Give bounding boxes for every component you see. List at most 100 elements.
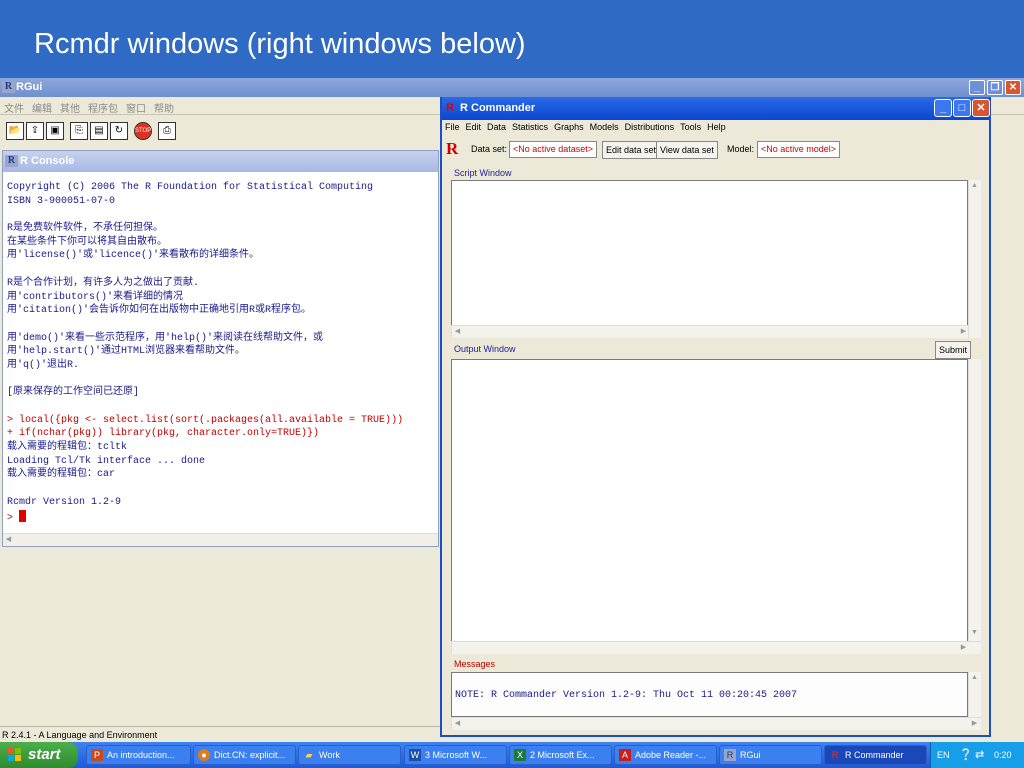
excel-icon: X xyxy=(514,749,526,761)
script-horizontal-scrollbar[interactable]: ◀ ▶ xyxy=(451,325,968,338)
rcmdr-menubar: File Edit Data Statistics Graphs Models Distri… xyxy=(442,120,989,136)
scroll-right-icon[interactable]: ▶ xyxy=(958,642,969,653)
scroll-left-icon[interactable]: ◀ xyxy=(452,718,463,729)
view-data-set-button[interactable]: View data set xyxy=(656,141,718,159)
messages-horizontal-scrollbar[interactable]: ◀ ▶ xyxy=(451,717,981,730)
r-commander-titlebar[interactable]: R R Commander xyxy=(442,97,989,120)
scroll-left-icon[interactable]: ◀ xyxy=(452,326,463,337)
scroll-right-icon[interactable]: ▶ xyxy=(958,326,969,337)
r-logo-icon: R xyxy=(5,155,18,167)
menu-misc[interactable]: 其他 xyxy=(56,97,84,115)
active-model-button[interactable]: <No active model> xyxy=(757,141,841,158)
console-line: [原来保存的工作空间已还原] xyxy=(7,387,140,399)
rcmdr-menu-statistics[interactable]: Statistics xyxy=(509,120,551,132)
task-word[interactable]: W 3 Microsoft W... xyxy=(404,745,507,765)
r-icon: R xyxy=(831,750,839,760)
scroll-left-icon[interactable]: ◀ xyxy=(3,534,14,545)
console-line: 载入需要的程辑包：car xyxy=(7,469,116,481)
open-icon[interactable]: 📂 xyxy=(6,122,24,140)
language-indicator[interactable]: EN xyxy=(937,742,950,768)
rcmdr-menu-file[interactable]: File xyxy=(442,120,463,132)
task-label: An introduction... xyxy=(107,750,175,760)
clock: 0:20 xyxy=(994,750,1012,760)
console-line: 用'license()'或'licence()'来看散布的详细条件。 xyxy=(7,250,260,262)
scroll-right-icon[interactable]: ▶ xyxy=(969,718,980,729)
menu-window[interactable]: 窗口 xyxy=(122,97,150,115)
rgui-titlebar[interactable]: R RGui xyxy=(0,78,1024,97)
r-logo-icon: R xyxy=(446,139,459,158)
console-line: Rcmdr Version 1.2-9 xyxy=(7,496,122,508)
task-adobe-reader[interactable]: A Adobe Reader -... xyxy=(614,745,717,765)
rcmdr-minimize-button[interactable]: _ xyxy=(934,99,952,117)
help-icon[interactable]: ❔ xyxy=(959,742,973,768)
rcmdr-menu-data[interactable]: Data xyxy=(484,120,509,132)
console-line: > local({pkg <- select.list(sort(.packag… xyxy=(7,414,404,426)
task-ppt[interactable]: P An introduction... xyxy=(86,745,191,765)
save-icon[interactable]: ▣ xyxy=(46,122,64,140)
slide-title: Rcmdr windows (right windows below) xyxy=(34,28,526,60)
scroll-up-icon[interactable]: ▲ xyxy=(969,180,980,191)
task-label: Adobe Reader -... xyxy=(635,750,707,760)
scroll-up-icon[interactable]: ▲ xyxy=(969,672,980,683)
refresh-icon[interactable]: ↻ xyxy=(110,122,128,140)
rcmdr-menu-distributions[interactable]: Distributions xyxy=(622,120,678,132)
r-console-window[interactable]: R R Console Copyright (C) 2006 The R Fou… xyxy=(2,150,439,547)
stop-icon[interactable]: STOP xyxy=(134,122,152,140)
messages-label: Messages xyxy=(454,659,496,669)
script-window[interactable] xyxy=(451,180,968,338)
console-output[interactable]: Copyright (C) 2006 The R Foundation for … xyxy=(7,181,437,524)
menu-file[interactable]: 文件 xyxy=(0,97,28,115)
rcmdr-menu-tools[interactable]: Tools xyxy=(677,120,704,132)
rcmdr-menu-graphs[interactable]: Graphs xyxy=(551,120,587,132)
rcmdr-close-button[interactable]: ✕ xyxy=(972,99,990,117)
output-vertical-scrollbar[interactable]: ▼ xyxy=(968,359,981,641)
r-console-title: R Console xyxy=(20,155,75,167)
task-work-folder[interactable]: ▰ Work xyxy=(298,745,401,765)
messages-vertical-scrollbar[interactable]: ▲ xyxy=(968,672,981,717)
acrobat-icon: A xyxy=(619,749,631,761)
edit-data-set-button[interactable]: Edit data set xyxy=(602,141,661,159)
network-icon[interactable]: ⇄ xyxy=(975,742,984,768)
rcmdr-menu-models[interactable]: Models xyxy=(587,120,622,132)
load-workspace-icon[interactable]: ⇪ xyxy=(26,122,44,140)
task-rgui[interactable]: R RGui xyxy=(719,745,822,765)
menu-edit[interactable]: 编辑 xyxy=(28,97,56,115)
word-icon: W xyxy=(409,749,421,761)
task-r-commander[interactable]: R R Commander xyxy=(824,745,927,765)
task-excel[interactable]: X 2 Microsoft Ex... xyxy=(509,745,612,765)
rcmdr-menu-edit[interactable]: Edit xyxy=(463,120,485,132)
rcmdr-toolbar: R Data set: <No active dataset> Edit dat… xyxy=(442,138,989,162)
script-window-label: Script Window xyxy=(454,168,512,178)
rgui-toolbar: 📂 ⇪ ▣ ⎘ ▤ ↻ STOP ⎙ xyxy=(0,116,440,146)
taskbar: start P An introduction... ● Dict.CN: ex… xyxy=(0,742,1024,768)
scroll-down-icon[interactable]: ▼ xyxy=(969,627,980,638)
rgui-title: RGui xyxy=(16,81,43,93)
console-prompt-line[interactable]: > xyxy=(7,509,437,524)
copy-icon[interactable]: ⎘ xyxy=(70,122,88,140)
rcmdr-menu-help[interactable]: Help xyxy=(704,120,729,132)
submit-button[interactable]: Submit xyxy=(935,341,972,359)
close-button[interactable]: ✕ xyxy=(1005,80,1021,95)
menu-packages[interactable]: 程序包 xyxy=(84,97,122,115)
restore-button[interactable]: ❐ xyxy=(987,80,1003,95)
messages-window[interactable]: NOTE: R Commander Version 1.2-9: Thu Oct… xyxy=(451,672,968,717)
print-icon[interactable]: ⎙ xyxy=(158,122,176,140)
paste-icon[interactable]: ▤ xyxy=(90,122,108,140)
output-window[interactable] xyxy=(451,359,968,654)
console-line: 用'contributors()'来看详细的情况 xyxy=(7,291,184,303)
minimize-button[interactable]: _ xyxy=(969,80,985,95)
task-firefox[interactable]: ● Dict.CN: explicit... xyxy=(193,745,296,765)
output-horizontal-scrollbar[interactable]: ▶ xyxy=(451,641,981,654)
task-label: 2 Microsoft Ex... xyxy=(530,750,595,760)
script-vertical-scrollbar[interactable]: ▲ xyxy=(968,180,981,338)
r-console-titlebar[interactable]: R R Console xyxy=(3,151,438,172)
menu-help[interactable]: 帮助 xyxy=(150,97,178,115)
rcmdr-maximize-button[interactable]: □ xyxy=(953,99,971,117)
console-horizontal-scrollbar[interactable]: ◀ xyxy=(3,533,438,546)
console-line: 载入需要的程辑包：tcltk xyxy=(7,442,128,454)
dataset-label: Data set: xyxy=(471,144,508,154)
active-dataset-button[interactable]: <No active dataset> xyxy=(509,141,598,158)
start-button[interactable]: start xyxy=(0,742,78,768)
console-line: 用'q()'退出R. xyxy=(7,359,80,371)
